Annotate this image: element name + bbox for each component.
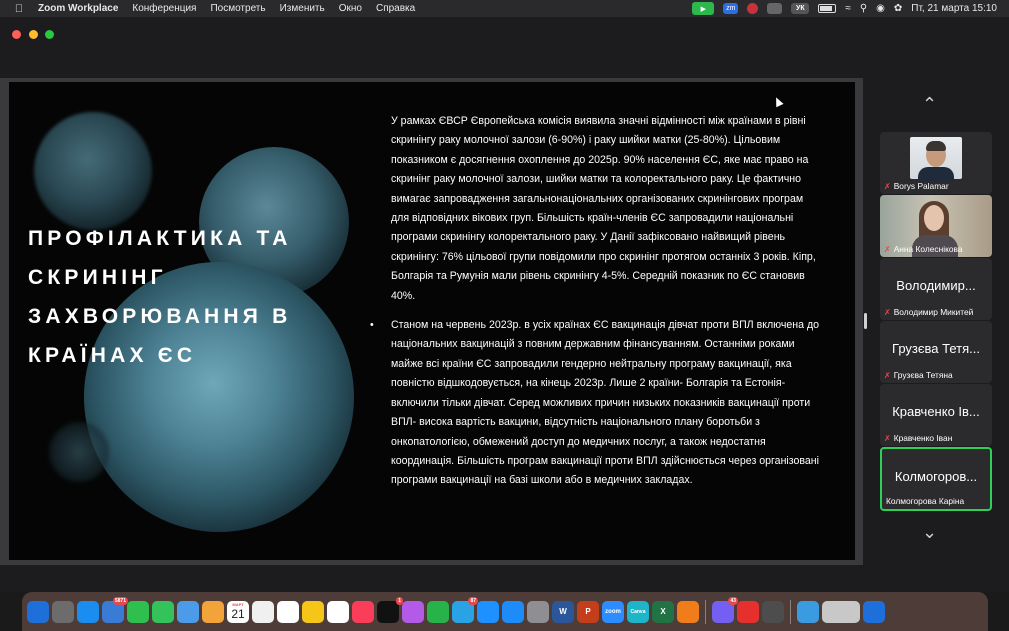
participant-tile[interactable]: ✗ Borys Palamar xyxy=(880,132,992,194)
participant-name: ✗ Грузєва Тетяна xyxy=(884,370,953,380)
documents-stack-icon[interactable] xyxy=(822,600,860,623)
mic-muted-icon: ✗ xyxy=(884,244,891,254)
search-icon[interactable]: ⚲ xyxy=(860,3,867,14)
mic-muted-icon: ✗ xyxy=(884,433,891,443)
participant-name: ✗ Borys Palamar xyxy=(884,181,949,191)
participant-name: ✗ Кравченко Іван xyxy=(884,433,953,443)
finder-icon[interactable] xyxy=(27,600,49,623)
stickies-icon[interactable] xyxy=(302,600,324,623)
trash-icon[interactable] xyxy=(863,600,885,623)
slide-paragraph-vaccination: Станом на червень 2023р. в усіх країнах … xyxy=(391,319,820,487)
keynote-icon[interactable] xyxy=(477,600,499,623)
downloads-folder-icon[interactable] xyxy=(797,600,819,623)
participant-tile[interactable]: Володимир... ✗ Володимир Микитей xyxy=(880,258,992,320)
participant-display-name: Колмогоров... xyxy=(894,469,978,484)
chevron-down-icon[interactable]: ⌄ xyxy=(922,522,937,543)
vpn-icon[interactable] xyxy=(767,3,783,14)
system-settings-icon[interactable] xyxy=(527,600,549,623)
calendar-icon[interactable]: МАРТ 21 xyxy=(227,600,249,623)
menu-bar:  Zoom Workplace Конференция Посмотреть … xyxy=(0,0,1009,17)
viber-icon[interactable]: 43 xyxy=(712,596,738,623)
app-menu[interactable]: Zoom Workplace xyxy=(38,3,118,14)
fullscreen-button[interactable] xyxy=(45,30,54,39)
zoom-tray-icon[interactable]: zm xyxy=(723,3,739,14)
close-button[interactable] xyxy=(12,30,21,39)
slide-title: ПРОФІЛАКТИКА ТА СКРИНІНГ ЗАХВОРЮВАННЯ В … xyxy=(28,227,292,367)
virus-image xyxy=(34,112,152,230)
clock[interactable]: Пт, 21 марта 15:10 xyxy=(911,3,997,14)
menu-conference[interactable]: Конференция xyxy=(132,3,196,14)
powerpoint-icon[interactable]: P xyxy=(577,600,599,623)
battery-icon[interactable] xyxy=(818,4,837,13)
apple-icon[interactable]:  xyxy=(12,3,26,15)
photos-icon[interactable] xyxy=(202,600,224,623)
minimize-button[interactable] xyxy=(29,30,38,39)
facetime-icon[interactable] xyxy=(127,600,149,623)
participant-display-name: Кравченко Ів... xyxy=(892,404,980,419)
podcasts-icon[interactable] xyxy=(402,600,424,623)
launchpad-icon[interactable] xyxy=(52,600,74,623)
wifi-icon[interactable]: ≈ xyxy=(845,3,851,14)
maps-icon[interactable] xyxy=(177,600,199,623)
chevron-up-icon[interactable]: ⌃ xyxy=(922,94,937,115)
notification-icon[interactable] xyxy=(747,3,759,14)
mic-muted-icon: ✗ xyxy=(884,181,891,191)
vlc-icon[interactable] xyxy=(677,600,699,623)
numbers-icon[interactable] xyxy=(427,600,449,623)
participant-tile[interactable]: ✗ Анна Колеснікова xyxy=(880,195,992,257)
camera-icon[interactable]: ▶ xyxy=(692,2,715,15)
slide-body: У рамках ЄВСР Європейська комісія виявил… xyxy=(370,112,821,501)
app-store-icon[interactable] xyxy=(502,600,524,623)
apple-tv-icon[interactable]: 1 xyxy=(377,596,403,623)
menu-window[interactable]: Окно xyxy=(339,3,362,14)
slide-bullet: • Станом на червень 2023р. в усіх країна… xyxy=(370,316,821,491)
participant-name: ✗ Володимир Микитей xyxy=(884,307,974,317)
canva-icon[interactable]: Canva xyxy=(627,600,649,623)
bullet-marker: • xyxy=(370,319,374,332)
mail-badge: 5871 xyxy=(112,596,128,605)
menu-edit[interactable]: Изменить xyxy=(280,3,325,14)
siri-icon[interactable]: ✿ xyxy=(894,3,902,14)
telegram-icon[interactable]: 87 xyxy=(452,596,478,623)
slide-paragraph-screening: У рамках ЄВСР Європейська комісія виявил… xyxy=(391,115,816,302)
safari-icon[interactable] xyxy=(77,600,99,623)
calendar-day: 21 xyxy=(231,606,245,621)
keyboard-layout-icon[interactable]: УК xyxy=(791,3,810,14)
anydesk-icon[interactable] xyxy=(737,600,759,623)
messages-icon[interactable] xyxy=(152,600,174,623)
freeform-icon[interactable] xyxy=(327,600,349,623)
menu-view[interactable]: Посмотреть xyxy=(210,3,265,14)
dock-separator xyxy=(705,599,706,624)
preview-icon[interactable] xyxy=(762,600,784,623)
participant-display-name: Грузєва Тетя... xyxy=(892,341,980,356)
zoom-icon[interactable]: zoom xyxy=(602,600,624,623)
virus-image xyxy=(49,422,109,482)
notes-icon[interactable] xyxy=(277,600,299,623)
music-icon[interactable] xyxy=(352,600,374,623)
panel-resize-handle[interactable] xyxy=(864,313,867,329)
reminders-icon[interactable] xyxy=(252,600,274,623)
mic-muted-icon: ✗ xyxy=(884,307,891,317)
mail-icon[interactable]: 5871 xyxy=(102,596,128,623)
menu-help[interactable]: Справка xyxy=(376,3,415,14)
word-icon[interactable]: W xyxy=(552,600,574,623)
dock-separator xyxy=(790,599,791,624)
participant-tile[interactable]: Кравченко Ів... ✗ Кравченко Іван xyxy=(880,384,992,446)
excel-icon[interactable]: X xyxy=(652,600,674,623)
participant-display-name: Володимир... xyxy=(896,278,976,293)
participant-tile[interactable]: Грузєва Тетя... ✗ Грузєва Тетяна xyxy=(880,321,992,383)
participant-name: Колмогорова Каріна xyxy=(886,496,965,506)
participant-tile-active-speaker[interactable]: Колмогоров... Колмогорова Каріна xyxy=(880,447,992,511)
dock: 5871 МАРТ 21 1 87 W P zoom Canva X 43 xyxy=(22,592,988,631)
control-center-icon[interactable]: ◉ xyxy=(876,3,885,14)
status-tray: ▶ zm УК ≈ ⚲ ◉ ✿ Пт, 21 марта 15:10 xyxy=(692,0,997,17)
shared-slide: ПРОФІЛАКТИКА ТА СКРИНІНГ ЗАХВОРЮВАННЯ В … xyxy=(9,82,855,560)
participant-name: ✗ Анна Колеснікова xyxy=(884,244,963,254)
mic-muted-icon: ✗ xyxy=(884,370,891,380)
participant-video xyxy=(910,137,962,181)
